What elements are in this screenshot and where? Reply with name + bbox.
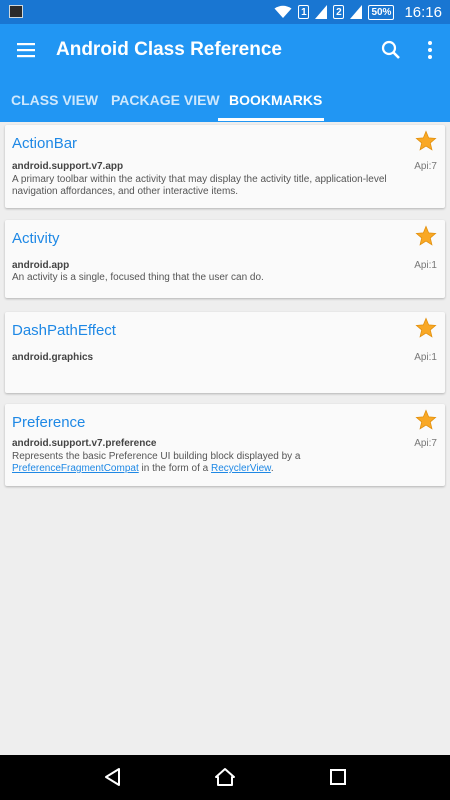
menu-icon[interactable] bbox=[16, 40, 36, 60]
navigation-bar bbox=[0, 755, 450, 800]
wifi-icon bbox=[274, 5, 292, 18]
class-name[interactable]: Activity bbox=[12, 230, 60, 247]
bookmark-card-actionbar[interactable]: ActionBar android.support.v7.app Api:7 A… bbox=[5, 125, 445, 208]
recents-icon[interactable] bbox=[329, 767, 347, 787]
api-level: Api:7 bbox=[414, 161, 437, 172]
tab-bar: CLASS VIEW PACKAGE VIEW BOOKMARKS bbox=[0, 76, 450, 122]
status-time: 16:16 bbox=[404, 3, 442, 21]
tab-indicator bbox=[218, 118, 324, 121]
star-icon[interactable] bbox=[415, 317, 437, 339]
star-icon[interactable] bbox=[415, 130, 437, 152]
sim1-badge: 1 bbox=[298, 5, 310, 19]
home-icon[interactable] bbox=[214, 767, 236, 787]
app-bar: Android Class Reference bbox=[0, 24, 450, 76]
back-icon[interactable] bbox=[103, 767, 123, 787]
package-name: android.support.v7.app bbox=[12, 161, 124, 172]
class-description: Represents the basic Preference UI build… bbox=[12, 451, 301, 474]
bookmark-card-activity[interactable]: Activity android.app Api:1 An activity i… bbox=[5, 220, 445, 298]
status-bar: 1 2 50% 16:16 bbox=[0, 0, 450, 24]
class-name[interactable]: ActionBar bbox=[12, 135, 77, 152]
class-name[interactable]: DashPathEffect bbox=[12, 322, 116, 339]
class-name[interactable]: Preference bbox=[12, 414, 85, 431]
bookmark-card-preference[interactable]: Preference android.support.v7.preference… bbox=[5, 404, 445, 486]
class-description: An activity is a single, focused thing t… bbox=[12, 272, 264, 283]
star-icon[interactable] bbox=[415, 409, 437, 431]
class-description: A primary toolbar within the activity th… bbox=[12, 174, 387, 197]
more-vert-icon[interactable] bbox=[420, 39, 440, 61]
recyclerview-link[interactable]: RecyclerView bbox=[211, 463, 271, 474]
search-icon[interactable] bbox=[380, 39, 402, 61]
app-title: Android Class Reference bbox=[56, 39, 282, 60]
bookmark-card-dashpatheffect[interactable]: DashPathEffect android.graphics Api:1 bbox=[5, 312, 445, 393]
battery-icon: 50% bbox=[368, 4, 395, 20]
tab-bookmarks[interactable]: BOOKMARKS bbox=[229, 92, 322, 108]
tab-class-view[interactable]: CLASS VIEW bbox=[11, 92, 98, 108]
tab-package-view[interactable]: PACKAGE VIEW bbox=[111, 92, 220, 108]
preferencefragmentcompat-link[interactable]: PreferenceFragmentCompat bbox=[12, 463, 139, 474]
star-icon[interactable] bbox=[415, 225, 437, 247]
api-level: Api:7 bbox=[414, 438, 437, 449]
package-name: android.app bbox=[12, 260, 70, 271]
signal-icon bbox=[350, 5, 363, 19]
sim2-badge: 2 bbox=[333, 5, 345, 19]
signal-icon bbox=[315, 5, 328, 19]
api-level: Api:1 bbox=[414, 352, 437, 363]
api-level: Api:1 bbox=[414, 260, 437, 271]
package-name: android.graphics bbox=[12, 352, 94, 363]
package-name: android.support.v7.preference bbox=[12, 438, 157, 449]
notification-icon bbox=[9, 5, 23, 18]
